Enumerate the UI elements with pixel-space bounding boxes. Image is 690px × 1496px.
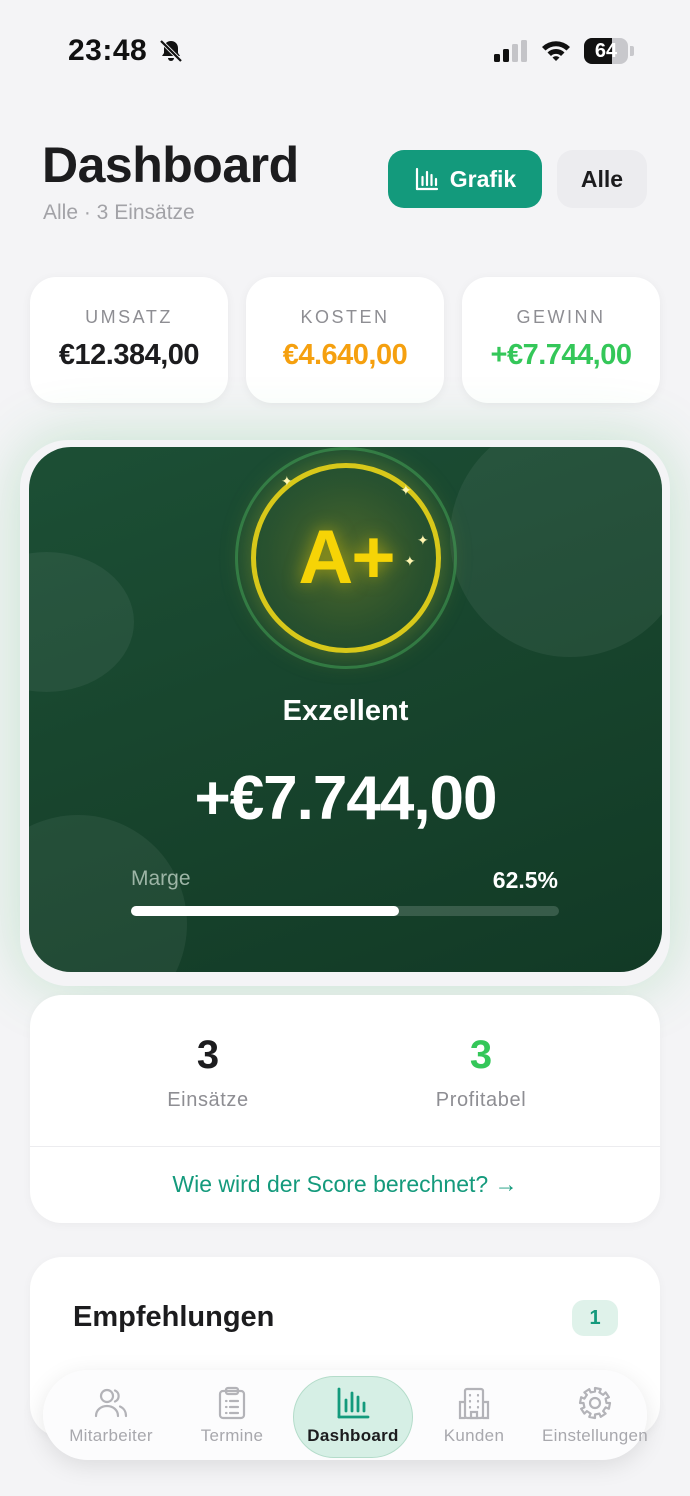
margin-label: Marge: [131, 867, 191, 890]
stat-label: GEWINN: [516, 307, 606, 327]
margin-value: 62.5%: [492, 867, 558, 893]
status-time: 23:48: [68, 34, 148, 67]
decorative-circle: [450, 447, 662, 657]
stat-value: +€7.744,00: [490, 339, 632, 371]
filter-alle-button[interactable]: Alle: [557, 150, 647, 208]
profitabel-label: Profitabel: [435, 1089, 527, 1111]
profitabel-count: 3: [469, 1033, 493, 1077]
decorative-circle: [29, 815, 187, 972]
grafik-button-label: Grafik: [449, 165, 517, 192]
page-title: Dashboard: [42, 137, 299, 193]
bell-muted-icon: [159, 39, 183, 63]
bar-chart-icon: [337, 1387, 370, 1419]
stat-label: KOSTEN: [300, 307, 390, 327]
wifi-icon: [542, 41, 570, 61]
recommendations-title: Empfehlungen: [73, 1301, 275, 1333]
score-card: A+ ✦ ✦ ✦ ✦ Exzellent +€7.744,00 Marge 62…: [29, 447, 662, 972]
stat-value: €4.640,00: [282, 339, 408, 371]
tab-label: Termine: [200, 1426, 264, 1445]
stat-value: €12.384,00: [58, 339, 200, 371]
sparkle-icon: ✦: [404, 553, 416, 569]
tab-dashboard[interactable]: Dashboard: [293, 1370, 413, 1460]
gear-icon: [578, 1386, 612, 1420]
counts-card: 3 Einsätze 3 Profitabel Wie wird der Sco…: [30, 995, 660, 1223]
score-profit-amount: +€7.744,00: [194, 764, 497, 833]
margin-progress-bar: [131, 906, 559, 916]
tab-kunden[interactable]: Kunden: [414, 1370, 534, 1460]
sparkle-icon: ✦: [417, 532, 429, 548]
clipboard-icon: [218, 1386, 246, 1420]
divider: [30, 1146, 660, 1147]
score-explanation-link[interactable]: Wie wird der Score berechnet? →: [30, 1171, 660, 1198]
stat-card-kosten: KOSTEN €4.640,00: [246, 277, 444, 403]
page-subtitle: Alle · 3 Einsätze: [43, 201, 195, 224]
tab-label: Kunden: [443, 1426, 505, 1445]
stat-card-umsatz: UMSATZ €12.384,00: [30, 277, 228, 403]
battery-indicator: 64: [584, 38, 634, 64]
grafik-button[interactable]: Grafik: [388, 150, 542, 208]
tab-label: Einstellungen: [542, 1426, 648, 1445]
battery-percent: 64: [594, 40, 618, 62]
margin-progress-fill: [131, 906, 399, 916]
sparkle-icon: ✦: [281, 473, 293, 489]
einsaetze-label: Einsätze: [167, 1089, 249, 1111]
cellular-signal-icon: [494, 40, 527, 62]
tab-mitarbeiter[interactable]: Mitarbeiter: [51, 1370, 171, 1460]
einsaetze-count: 3: [196, 1033, 220, 1077]
bar-chart-icon: [415, 167, 438, 191]
stat-card-gewinn: GEWINN +€7.744,00: [462, 277, 660, 403]
tab-bar: Mitarbeiter Termine Dashboard Kunden Ein…: [43, 1370, 648, 1460]
score-rating: Exzellent: [282, 695, 409, 727]
tab-label: Dashboard: [307, 1426, 399, 1445]
building-icon: [458, 1387, 490, 1420]
tab-einstellungen[interactable]: Einstellungen: [535, 1370, 655, 1460]
recommendations-count-badge: 1: [572, 1300, 618, 1336]
sparkle-icon: ✦: [400, 482, 412, 498]
tab-label: Mitarbeiter: [69, 1426, 153, 1445]
stat-label: UMSATZ: [85, 307, 173, 327]
decorative-circle: [29, 552, 134, 692]
status-bar: 23:48 64: [0, 0, 690, 100]
users-icon: [94, 1388, 128, 1418]
tab-termine[interactable]: Termine: [172, 1370, 292, 1460]
